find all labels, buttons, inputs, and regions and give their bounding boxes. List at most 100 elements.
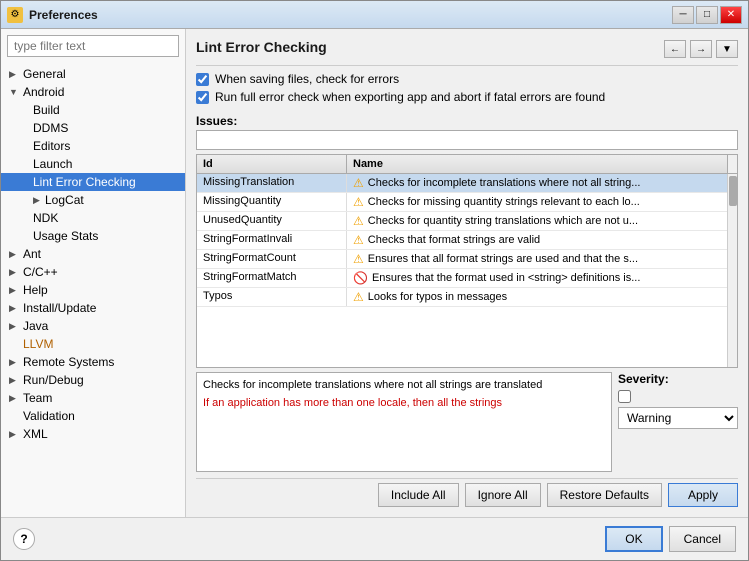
sidebar-label-logcat: LogCat <box>45 193 84 207</box>
warning-icon: ⚠ <box>353 214 364 228</box>
sidebar-item-logcat[interactable]: ▶ LogCat <box>1 191 185 209</box>
cell-id: MissingQuantity <box>197 193 347 211</box>
ignore-all-button[interactable]: Ignore All <box>465 483 541 507</box>
sidebar-item-help[interactable]: ▶ Help <box>1 281 185 299</box>
table-scrollbar[interactable] <box>727 174 737 367</box>
sidebar-item-label-help: Help <box>23 283 48 297</box>
checkbox-export[interactable] <box>196 91 209 104</box>
column-id: Id <box>197 155 347 173</box>
help-button[interactable]: ? <box>13 528 35 550</box>
cell-name-text: Ensures that the format used in <string>… <box>372 272 640 284</box>
cell-id: StringFormatCount <box>197 250 347 268</box>
sidebar-item-install[interactable]: ▶ Install/Update <box>1 299 185 317</box>
sidebar-item-label-validation: Validation <box>23 409 75 423</box>
expand-arrow-team: ▶ <box>9 393 19 404</box>
sidebar-item-ant[interactable]: ▶ Ant <box>1 245 185 263</box>
severity-enable-checkbox[interactable] <box>618 390 631 403</box>
sidebar-item-android[interactable]: ▼ Android <box>1 83 185 101</box>
dropdown-button[interactable]: ▼ <box>716 40 738 58</box>
apply-button[interactable]: Apply <box>668 483 738 507</box>
sidebar-item-editors[interactable]: Editors <box>1 137 185 155</box>
severity-label: Severity: <box>618 372 738 386</box>
sidebar-item-label-llvm: LLVM <box>23 337 53 351</box>
close-button[interactable]: ✕ <box>720 6 742 24</box>
expand-arrow-logcat: ▶ <box>33 195 43 206</box>
cell-name: ⚠ Looks for typos in messages <box>347 288 727 306</box>
description-text: Checks for incomplete translations where… <box>203 379 542 391</box>
cell-id: StringFormatInvali <box>197 231 347 249</box>
severity-select[interactable]: Warning Error Info Fatal Ignore <box>618 407 738 429</box>
sidebar-item-label-ant: Ant <box>23 247 41 261</box>
cell-name-text: Looks for typos in messages <box>368 291 507 303</box>
dialog-footer: ? OK Cancel <box>1 517 748 560</box>
include-all-button[interactable]: Include All <box>378 483 459 507</box>
expand-arrow-android: ▼ <box>9 87 19 97</box>
table-row[interactable]: StringFormatInvali ⚠ Checks that format st… <box>197 231 727 250</box>
sidebar-item-label-install: Install/Update <box>23 301 96 315</box>
if-text: If an application has more than one loca… <box>203 397 605 409</box>
toolbar: ← → ▼ <box>664 40 738 58</box>
warning-icon: ⚠ <box>353 290 364 304</box>
ok-button[interactable]: OK <box>605 526 662 552</box>
cell-name-text: Checks that format strings are valid <box>368 234 540 246</box>
bottom-panel: Checks for incomplete translations where… <box>196 372 738 472</box>
sidebar-item-llvm[interactable]: ▶ LLVM <box>1 335 185 353</box>
sidebar-item-java[interactable]: ▶ Java <box>1 317 185 335</box>
checkbox-save[interactable] <box>196 73 209 86</box>
sidebar-label-lint: Lint Error Checking <box>33 175 136 189</box>
sidebar-label-usage: Usage Stats <box>33 229 98 243</box>
sidebar-item-rundebug[interactable]: ▶ Run/Debug <box>1 371 185 389</box>
sidebar-item-lint[interactable]: Lint Error Checking <box>1 173 185 191</box>
sidebar-item-label-cpp: C/C++ <box>23 265 58 279</box>
preferences-dialog: ⚙ Preferences ─ □ ✕ ▶ General ▼ Android <box>0 0 749 561</box>
sidebar-item-validation[interactable]: ▶ Validation <box>1 407 185 425</box>
filter-input[interactable] <box>7 35 179 57</box>
forward-button[interactable]: → <box>690 40 712 58</box>
warning-icon: ⚠ <box>353 233 364 247</box>
sidebar-item-label-team: Team <box>23 391 52 405</box>
tree: ▶ General ▼ Android Build DDMS Editors <box>1 63 185 517</box>
column-name: Name <box>347 155 727 173</box>
checkbox-save-label: When saving files, check for errors <box>215 72 399 86</box>
cell-name: ⚠Checks for incomplete translations wher… <box>347 174 727 192</box>
cancel-button[interactable]: Cancel <box>669 526 736 552</box>
sidebar-item-build[interactable]: Build <box>1 101 185 119</box>
issues-filter-input[interactable]: messages <box>196 130 738 150</box>
back-button[interactable]: ← <box>664 40 686 58</box>
checkbox-row-1: When saving files, check for errors <box>196 72 738 86</box>
sidebar-item-cpp[interactable]: ▶ C/C++ <box>1 263 185 281</box>
cell-name-text: Checks for quantity string translations … <box>368 215 638 227</box>
sidebar-label-editors: Editors <box>33 139 70 153</box>
cell-name: 🚫 Ensures that the format used in <string… <box>347 269 727 287</box>
maximize-button[interactable]: □ <box>696 6 718 24</box>
warning-icon: ⚠ <box>353 195 364 209</box>
sidebar-item-xml[interactable]: ▶ XML <box>1 425 185 443</box>
table-row[interactable]: MissingTranslation⚠Checks for incomplete… <box>197 174 727 193</box>
sidebar-item-ddms[interactable]: DDMS <box>1 119 185 137</box>
expand-arrow-java: ▶ <box>9 321 19 332</box>
sidebar-item-remote[interactable]: ▶ Remote Systems <box>1 353 185 371</box>
cell-name-text: Checks for incomplete translations where… <box>368 177 641 189</box>
table-row[interactable]: StringFormatMatch 🚫 Ensures that the forma… <box>197 269 727 288</box>
table-row[interactable]: MissingQuantity⚠Checks for missing quant… <box>197 193 727 212</box>
sidebar-label-ndk: NDK <box>33 211 58 225</box>
sidebar-item-ndk[interactable]: NDK <box>1 209 185 227</box>
footer-right: OK Cancel <box>605 526 736 552</box>
table-row[interactable]: StringFormatCount⚠Ensures that all forma… <box>197 250 727 269</box>
description-container: Checks for incomplete translations where… <box>196 372 612 472</box>
cell-name: ⚠ Checks for quantity string translations… <box>347 212 727 230</box>
sidebar-item-team[interactable]: ▶ Team <box>1 389 185 407</box>
table-row[interactable]: UnusedQuantity⚠Checks for quantity strin… <box>197 212 727 231</box>
table-row[interactable]: Typos⚠Looks for typos in messages <box>197 288 727 307</box>
cell-id: MissingTranslation <box>197 174 347 192</box>
restore-defaults-button[interactable]: Restore Defaults <box>547 483 662 507</box>
sidebar-item-launch[interactable]: Launch <box>1 155 185 173</box>
sidebar-item-general[interactable]: ▶ General <box>1 65 185 83</box>
minimize-button[interactable]: ─ <box>672 6 694 24</box>
sidebar-item-usage[interactable]: Usage Stats <box>1 227 185 245</box>
cell-id: StringFormatMatch <box>197 269 347 287</box>
error-icon: 🚫 <box>353 271 368 285</box>
sidebar-item-label-xml: XML <box>23 427 48 441</box>
table-header: Id Name <box>197 155 737 174</box>
issues-label: Issues: <box>196 114 738 128</box>
